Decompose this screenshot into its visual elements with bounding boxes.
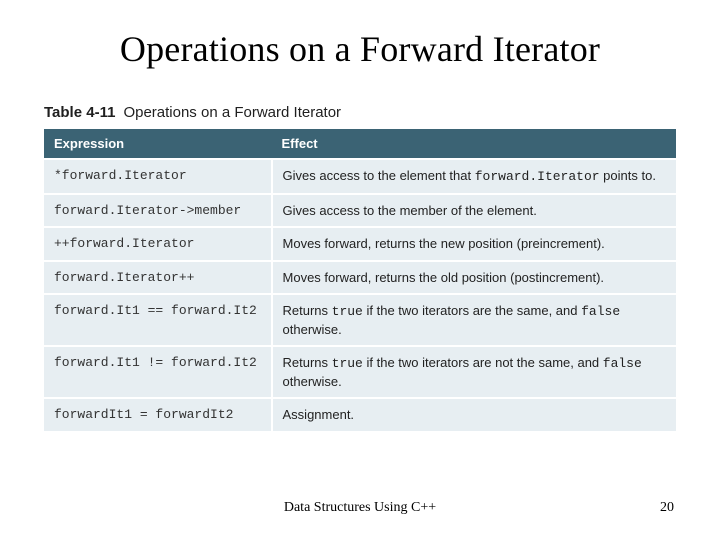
expr-cell: forward.It1 == forward.It2: [44, 294, 272, 346]
expr-cell: *forward.Iterator: [44, 159, 272, 194]
table-row: ++forward.Iterator Moves forward, return…: [44, 227, 676, 261]
table-row: forwardIt1 = forwardIt2 Assignment.: [44, 398, 676, 431]
effect-cell: Moves forward, returns the new position …: [272, 227, 676, 261]
effect-cell: Assignment.: [272, 398, 676, 431]
expr-cell: forward.Iterator++: [44, 261, 272, 295]
slide-title: Operations on a Forward Iterator: [0, 0, 720, 80]
expr-cell: ++forward.Iterator: [44, 227, 272, 261]
effect-cell: Returns true if the two iterators are no…: [272, 346, 676, 398]
table-number: Table 4-11: [44, 104, 115, 121]
table-row: forward.It1 == forward.It2 Returns true …: [44, 294, 676, 346]
table-row: *forward.Iterator Gives access to the el…: [44, 159, 676, 194]
expr-cell: forwardIt1 = forwardIt2: [44, 398, 272, 431]
col-header-effect: Effect: [272, 129, 676, 159]
effect-cell: Returns true if the two iterators are th…: [272, 294, 676, 346]
page-number: 20: [660, 500, 674, 516]
table-header-row: Expression Effect: [44, 129, 676, 159]
table-caption: Table 4-11 Operations on a Forward Iterat…: [44, 104, 676, 121]
effect-cell: Gives access to the element that forward…: [272, 159, 676, 194]
table-row: forward.It1 != forward.It2 Returns true …: [44, 346, 676, 398]
table-caption-title: Operations on a Forward Iterator: [123, 104, 341, 121]
effect-cell: Gives access to the member of the elemen…: [272, 194, 676, 228]
slide-footer: Data Structures Using C++ 20: [0, 500, 720, 520]
expr-cell: forward.It1 != forward.It2: [44, 346, 272, 398]
col-header-expression: Expression: [44, 129, 272, 159]
expr-cell: forward.Iterator->member: [44, 194, 272, 228]
effect-cell: Moves forward, returns the old position …: [272, 261, 676, 295]
footer-text: Data Structures Using C++: [0, 500, 720, 516]
table-row: forward.Iterator++ Moves forward, return…: [44, 261, 676, 295]
slide: Operations on a Forward Iterator Table 4…: [0, 0, 720, 540]
operations-table: Expression Effect *forward.Iterator Give…: [44, 129, 676, 431]
table-row: forward.Iterator->member Gives access to…: [44, 194, 676, 228]
table-container: Table 4-11 Operations on a Forward Iterat…: [44, 104, 676, 431]
